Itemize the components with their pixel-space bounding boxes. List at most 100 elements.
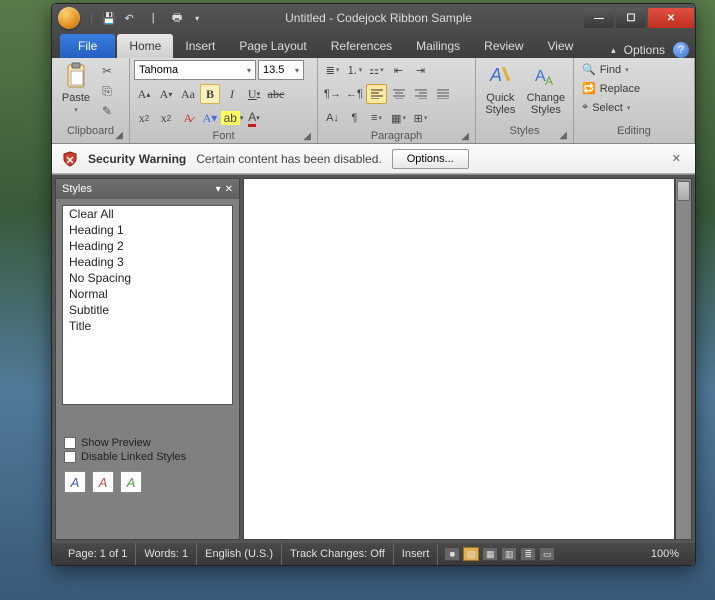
clipboard-dialog-launcher[interactable]: ◢ <box>115 130 123 141</box>
style-inspector-icon[interactable]: A <box>92 471 114 493</box>
help-icon[interactable]: ? <box>673 42 689 58</box>
strikethrough-button[interactable]: abc <box>266 84 286 104</box>
justify-button[interactable] <box>432 84 453 104</box>
font-size-combo[interactable]: 13.5▾ <box>258 60 304 80</box>
bullets-button[interactable]: ≣▾ <box>322 60 343 80</box>
new-style-icon[interactable]: A <box>64 471 86 493</box>
select-button[interactable]: ⌖Select▾ <box>578 98 634 117</box>
status-page[interactable]: Page: 1 of 1 <box>60 543 136 565</box>
list-item[interactable]: Heading 3 <box>63 254 232 270</box>
show-marks-button[interactable]: ¶ <box>344 108 365 128</box>
numbering-button[interactable]: ⒈▾ <box>344 60 365 80</box>
font-name-combo[interactable]: Tahoma▾ <box>134 60 256 80</box>
font-color-button[interactable]: A▾ <box>244 108 264 128</box>
list-item[interactable]: Clear All <box>63 206 232 222</box>
vertical-scrollbar[interactable] <box>675 178 692 540</box>
ribbon-tabs: File Home Insert Page Layout References … <box>52 32 695 58</box>
text-effects-button[interactable]: A▾ <box>200 108 220 128</box>
find-button[interactable]: 🔍Find▾ <box>578 60 633 79</box>
decrease-indent-button[interactable]: ⇤ <box>388 60 409 80</box>
paragraph-dialog-launcher[interactable]: ◢ <box>461 131 469 142</box>
list-item[interactable]: No Spacing <box>63 270 232 286</box>
line-spacing-button[interactable]: ≡▾ <box>366 108 387 128</box>
clear-format-button[interactable]: A̷ <box>178 108 198 128</box>
underline-button[interactable]: U ▾ <box>244 84 264 104</box>
font-dialog-launcher[interactable]: ◢ <box>303 131 311 142</box>
qat-dropdown-icon[interactable]: ▾ <box>189 10 205 26</box>
options-link[interactable]: Options <box>624 43 665 57</box>
print-icon[interactable]: 🖶 <box>169 10 185 26</box>
full-screen-view-icon[interactable]: ▦ <box>482 547 498 561</box>
list-item[interactable]: Subtitle <box>63 302 232 318</box>
styles-dialog-launcher[interactable]: ◢ <box>559 130 567 141</box>
sort-button[interactable]: A↓ <box>322 108 343 128</box>
pane-menu-icon[interactable]: ▾ <box>216 184 221 195</box>
change-case-button[interactable]: Aa <box>178 84 198 104</box>
status-track-changes[interactable]: Track Changes: Off <box>282 543 394 565</box>
paste-button[interactable]: Paste ▾ <box>56 60 96 116</box>
replace-button[interactable]: 🔁Replace <box>578 79 644 98</box>
align-left-button[interactable] <box>366 84 387 104</box>
close-button[interactable]: ✕ <box>648 8 694 28</box>
tab-references[interactable]: References <box>319 34 404 58</box>
manage-styles-icon[interactable]: A <box>120 471 142 493</box>
list-item[interactable]: Title <box>63 318 232 334</box>
list-item[interactable]: Heading 1 <box>63 222 232 238</box>
tab-insert[interactable]: Insert <box>173 34 227 58</box>
align-center-button[interactable] <box>388 84 409 104</box>
list-item[interactable]: Normal <box>63 286 232 302</box>
show-preview-checkbox[interactable]: Show Preview <box>64 437 231 449</box>
cut-icon[interactable]: ✂ <box>98 62 116 80</box>
print-layout-view-icon[interactable]: ▤ <box>463 547 479 561</box>
multilevel-button[interactable]: ⚏▾ <box>366 60 387 80</box>
increase-indent-button[interactable]: ⇥ <box>410 60 431 80</box>
draft-view-icon[interactable]: ▭ <box>539 547 555 561</box>
undo-icon[interactable]: ↶ <box>121 10 137 26</box>
disable-linked-checkbox[interactable]: Disable Linked Styles <box>64 451 231 463</box>
security-options-button[interactable]: Options... <box>392 149 469 169</box>
security-warning-label: Security Warning <box>88 152 186 166</box>
zoom-level[interactable]: 100% <box>643 548 687 560</box>
highlight-button[interactable]: ab▾ <box>222 108 242 128</box>
tab-home[interactable]: Home <box>117 34 173 58</box>
save-icon[interactable]: 💾 <box>101 10 117 26</box>
status-words[interactable]: Words: 1 <box>136 543 197 565</box>
borders-button[interactable]: ⊞▾ <box>410 108 431 128</box>
shrink-font-button[interactable]: A▾ <box>156 84 176 104</box>
align-right-button[interactable] <box>410 84 431 104</box>
scroll-thumb[interactable] <box>677 181 690 201</box>
copy-icon[interactable]: ⎘ <box>98 82 116 100</box>
clipboard-icon <box>62 62 90 90</box>
ltr-button[interactable]: ¶→ <box>322 84 343 104</box>
quick-styles-button[interactable]: A Quick Styles <box>480 60 521 118</box>
grow-font-button[interactable]: A▴ <box>134 84 154 104</box>
app-orb[interactable] <box>58 7 80 29</box>
rtl-button[interactable]: ←¶ <box>344 84 365 104</box>
tab-page-layout[interactable]: Page Layout <box>227 34 318 58</box>
ribbon: Paste ▾ ✂ ⎘ ✎ Clipboard◢ Tahoma▾ 13.5▾ A <box>52 58 695 144</box>
change-styles-button[interactable]: AA Change Styles <box>523 60 569 118</box>
bold-button[interactable]: B <box>200 84 220 104</box>
document-canvas[interactable] <box>243 178 675 540</box>
status-insert-mode[interactable]: Insert <box>394 543 439 565</box>
pane-close-icon[interactable]: ✕ <box>225 184 233 195</box>
italic-button[interactable]: I <box>222 84 242 104</box>
format-painter-icon[interactable]: ✎ <box>98 102 116 120</box>
subscript-button[interactable]: x2 <box>134 108 154 128</box>
maximize-button[interactable]: ☐ <box>616 8 646 28</box>
minimize-button[interactable]: — <box>584 8 614 28</box>
outline-view-icon[interactable]: ≣ <box>520 547 536 561</box>
status-language[interactable]: English (U.S.) <box>197 543 282 565</box>
infobar-close-icon[interactable]: ✕ <box>668 150 685 167</box>
superscript-button[interactable]: x2 <box>156 108 176 128</box>
file-tab[interactable]: File <box>60 34 115 58</box>
tab-review[interactable]: Review <box>472 34 535 58</box>
styles-pane-tools: A A A <box>56 465 239 499</box>
tab-mailings[interactable]: Mailings <box>404 34 472 58</box>
minimize-ribbon-icon[interactable]: ▴ <box>611 45 616 56</box>
macro-record-icon[interactable]: ■ <box>444 547 460 561</box>
tab-view[interactable]: View <box>536 34 586 58</box>
shading-button[interactable]: ▦▾ <box>388 108 409 128</box>
web-layout-view-icon[interactable]: ▥ <box>501 547 517 561</box>
list-item[interactable]: Heading 2 <box>63 238 232 254</box>
